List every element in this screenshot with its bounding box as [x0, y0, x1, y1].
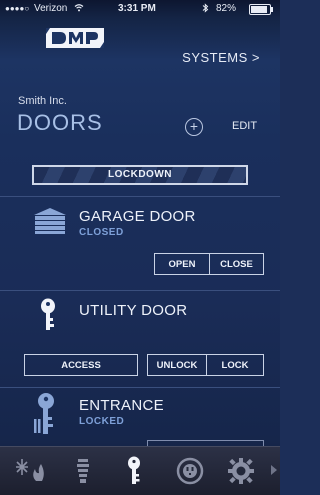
clock: 3:31 PM: [118, 3, 156, 14]
gear-icon[interactable]: [224, 455, 258, 487]
key-lock-icon: [34, 393, 54, 434]
door-name-entrance: ENTRANCE: [79, 397, 164, 414]
door-name-utility: UTILITY DOOR: [79, 302, 188, 319]
bluetooth-icon: [202, 3, 209, 16]
close-button[interactable]: CLOSE: [209, 254, 263, 274]
door-status-garage: CLOSED: [79, 227, 124, 238]
divider: [0, 196, 280, 197]
unlock-button[interactable]: UNLOCK: [148, 355, 206, 375]
lightbulb-icon[interactable]: [66, 455, 100, 487]
garage-door-icon: [34, 208, 66, 234]
battery-percent: 82%: [216, 3, 237, 14]
add-button[interactable]: +: [185, 118, 203, 136]
status-bar: ●●●●○ Verizon 3:31 PM 82%: [0, 0, 280, 18]
lock-button[interactable]: LOCK: [206, 355, 263, 375]
company-name: Smith Inc.: [18, 95, 67, 107]
access-button-group: ACCESS: [24, 354, 138, 376]
lockdown-button[interactable]: LOCKDOWN: [32, 165, 248, 185]
door-name-garage: GARAGE DOOR: [79, 208, 196, 225]
garage-button-group: OPEN CLOSE: [154, 253, 264, 275]
key-icon: [41, 298, 55, 330]
dmp-logo: [46, 28, 104, 48]
key-icon[interactable]: [117, 455, 151, 487]
battery-nub: [271, 7, 273, 12]
divider: [0, 387, 280, 388]
page-title: DOORS: [17, 110, 103, 135]
chevron-right-icon[interactable]: [271, 465, 277, 475]
door-status-entrance: LOCKED: [79, 416, 125, 427]
app-screen: ●●●●○ Verizon 3:31 PM 82% SYSTEMS > Smit…: [0, 0, 280, 495]
systems-link[interactable]: SYSTEMS >: [182, 50, 260, 65]
outlet-icon[interactable]: [173, 455, 207, 487]
divider: [0, 290, 280, 291]
battery-icon: [249, 4, 273, 15]
edit-button[interactable]: EDIT: [232, 120, 257, 132]
carrier-name: Verizon: [34, 3, 68, 14]
bottom-tab-bar: [0, 446, 280, 495]
lock-button-group: UNLOCK LOCK: [147, 354, 264, 376]
signal-strength: ●●●●○: [5, 4, 30, 13]
wifi-icon: [74, 3, 84, 15]
access-button[interactable]: ACCESS: [25, 355, 137, 375]
thermostat-icon[interactable]: [14, 455, 48, 487]
battery-fill: [251, 6, 268, 13]
open-button[interactable]: OPEN: [155, 254, 209, 274]
